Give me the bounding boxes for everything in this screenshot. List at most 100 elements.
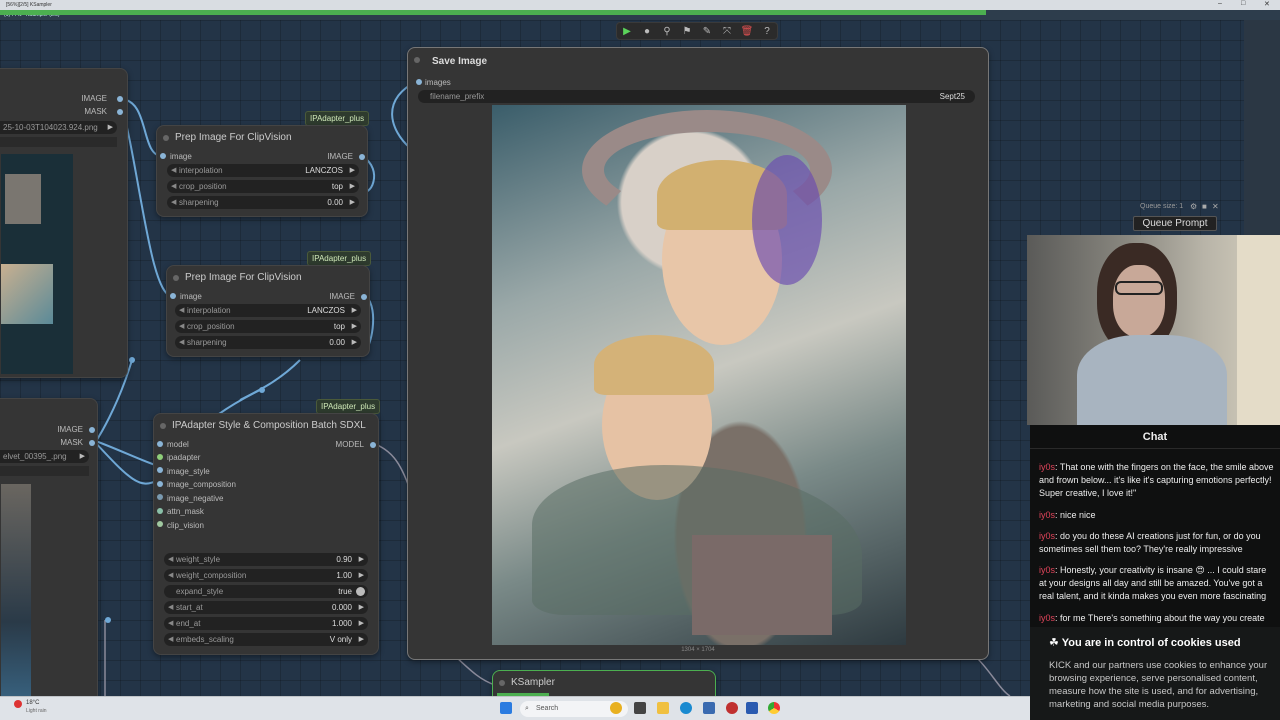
widgets-icon[interactable]: [610, 702, 622, 714]
load-image-node-top[interactable]: IMAGE MASK 25-10-03T104023.924.png ▶: [0, 68, 128, 378]
arrow-left-icon[interactable]: ◀: [168, 569, 173, 582]
trash-icon[interactable]: 🗑: [740, 26, 754, 37]
store-icon[interactable]: [703, 702, 715, 714]
arrow-right-icon[interactable]: ▶: [350, 180, 355, 193]
end-at-widget[interactable]: ◀ end_at 1.000 ▶: [164, 617, 368, 630]
start-icon[interactable]: [500, 702, 512, 714]
arrow-left-icon[interactable]: ◀: [179, 304, 184, 317]
close-icon[interactable]: ✕: [1264, 0, 1270, 8]
filename-widget[interactable]: elvet_00395_.png ▶: [0, 450, 89, 463]
arrow-left-icon[interactable]: ◀: [179, 320, 184, 333]
input-image-port[interactable]: [160, 153, 166, 159]
input-model-port[interactable]: [157, 441, 163, 447]
weight-composition-widget[interactable]: ◀ weight_composition 1.00 ▶: [164, 569, 368, 582]
widget-value: 0.00: [329, 338, 345, 347]
input-image-negative-port[interactable]: [157, 494, 163, 500]
output-image-port[interactable]: [89, 427, 95, 433]
filename-widget[interactable]: 25-10-03T104023.924.png ▶: [0, 121, 117, 134]
input-clip-vision-port[interactable]: [157, 521, 163, 527]
interpolation-widget[interactable]: ◀ interpolation LANCZOS ▶: [167, 164, 359, 177]
maximize-icon[interactable]: □: [1241, 0, 1245, 7]
file-explorer-icon[interactable]: [657, 702, 669, 714]
input-image-port[interactable]: [170, 293, 176, 299]
chrome-icon[interactable]: [768, 702, 780, 714]
output-image-port[interactable]: [359, 154, 365, 160]
chat-username[interactable]: iy0s: [1039, 613, 1055, 623]
prep-image-node-1[interactable]: Prep Image For ClipVision image IMAGE ◀ …: [156, 125, 368, 217]
expand-style-toggle[interactable]: expand_style true: [164, 585, 368, 598]
arrow-right-icon[interactable]: ▶: [352, 304, 357, 317]
output-mask-port[interactable]: [89, 440, 95, 446]
arrow-left-icon[interactable]: ◀: [171, 164, 176, 177]
chat-username[interactable]: iy0s: [1039, 531, 1055, 541]
arrow-right-icon[interactable]: ▶: [350, 196, 355, 209]
queue-settings-icon[interactable]: ⚙: [1190, 202, 1197, 211]
ipadapter-style-composition-node[interactable]: IPAdapter Style & Composition Batch SDXL…: [153, 413, 379, 655]
widget-label: sharpening: [179, 198, 219, 207]
crop-position-widget[interactable]: ◀ crop_position top ▶: [167, 180, 359, 193]
arrow-right-icon[interactable]: ▶: [108, 121, 113, 134]
queue-close-icon[interactable]: ✕: [1212, 202, 1219, 211]
chat-username[interactable]: iy0s: [1039, 565, 1055, 575]
input-image-composition-port[interactable]: [157, 481, 163, 487]
input-attn-mask-port[interactable]: [157, 508, 163, 514]
task-view-icon[interactable]: [634, 702, 646, 714]
arrow-right-icon[interactable]: ▶: [352, 320, 357, 333]
help-icon[interactable]: ?: [760, 26, 774, 37]
widget-label: start_at: [176, 603, 203, 612]
webcam-body: [1077, 335, 1227, 425]
arrow-right-icon[interactable]: ▶: [359, 633, 364, 646]
chat-username[interactable]: iy0s: [1039, 510, 1055, 520]
queue-pin-icon[interactable]: ■: [1202, 202, 1207, 211]
filename-prefix-widget[interactable]: filename_prefix Sept25: [418, 90, 975, 103]
app-icon-red[interactable]: [726, 702, 738, 714]
arrow-right-icon[interactable]: ▶: [80, 450, 85, 463]
arrow-right-icon[interactable]: ▶: [359, 617, 364, 630]
node-title: Prep Image For ClipVision: [167, 266, 369, 288]
toggle-knob-icon[interactable]: [356, 587, 365, 596]
ksampler-node[interactable]: KSampler: [492, 670, 716, 696]
output-mask-port[interactable]: [117, 109, 123, 115]
crop-position-widget[interactable]: ◀ crop_position top ▶: [175, 320, 361, 333]
queue-prompt-button[interactable]: Queue Prompt: [1133, 216, 1217, 231]
edge-icon[interactable]: [680, 702, 692, 714]
minimize-icon[interactable]: –: [1218, 0, 1222, 7]
save-image-node[interactable]: Save Image images filename_prefix Sept25…: [407, 47, 989, 660]
start-at-widget[interactable]: ◀ start_at 0.000 ▶: [164, 601, 368, 614]
sharpening-widget[interactable]: ◀ sharpening 0.00 ▶: [167, 196, 359, 209]
arrow-left-icon[interactable]: ◀: [179, 336, 184, 349]
app-icon-blue[interactable]: [746, 702, 758, 714]
embeds-scaling-widget[interactable]: ◀ embeds_scaling V only ▶: [164, 633, 368, 646]
load-image-node-bottom[interactable]: IMAGE MASK elvet_00395_.png ▶: [0, 398, 98, 696]
input-ipadapter-port[interactable]: [157, 454, 163, 460]
chat-username[interactable]: iy0s: [1039, 462, 1055, 472]
output-image-port[interactable]: [361, 294, 367, 300]
play-icon[interactable]: ▶: [620, 26, 634, 37]
weight-style-widget[interactable]: ◀ weight_style 0.90 ▶: [164, 553, 368, 566]
pencil-icon[interactable]: ✎: [700, 26, 714, 37]
arrow-left-icon[interactable]: ◀: [171, 196, 176, 209]
arrow-right-icon[interactable]: ▶: [352, 336, 357, 349]
input-image-style-port[interactable]: [157, 467, 163, 473]
pin-icon[interactable]: ⚑: [680, 26, 694, 37]
output-image-port[interactable]: [117, 96, 123, 102]
arrow-left-icon[interactable]: ◀: [168, 633, 173, 646]
sharpening-widget[interactable]: ◀ sharpening 0.00 ▶: [175, 336, 361, 349]
arrow-left-icon[interactable]: ◀: [171, 180, 176, 193]
arrow-right-icon[interactable]: ▶: [359, 601, 364, 614]
arrow-left-icon[interactable]: ◀: [168, 601, 173, 614]
widget-label: sharpening: [187, 338, 227, 347]
prep-image-node-2[interactable]: Prep Image For ClipVision image IMAGE ◀ …: [166, 265, 370, 357]
interpolation-widget[interactable]: ◀ interpolation LANCZOS ▶: [175, 304, 361, 317]
record-icon[interactable]: ●: [640, 26, 654, 37]
arrow-right-icon[interactable]: ▶: [359, 569, 364, 582]
bypass-icon[interactable]: ⤧: [720, 26, 734, 37]
arrow-left-icon[interactable]: ◀: [168, 553, 173, 566]
input-images-port[interactable]: [416, 79, 422, 85]
output-model-port[interactable]: [370, 442, 376, 448]
weather-icon[interactable]: [14, 700, 22, 708]
wand-icon[interactable]: ⚲: [660, 26, 674, 37]
arrow-right-icon[interactable]: ▶: [359, 553, 364, 566]
arrow-right-icon[interactable]: ▶: [350, 164, 355, 177]
arrow-left-icon[interactable]: ◀: [168, 617, 173, 630]
